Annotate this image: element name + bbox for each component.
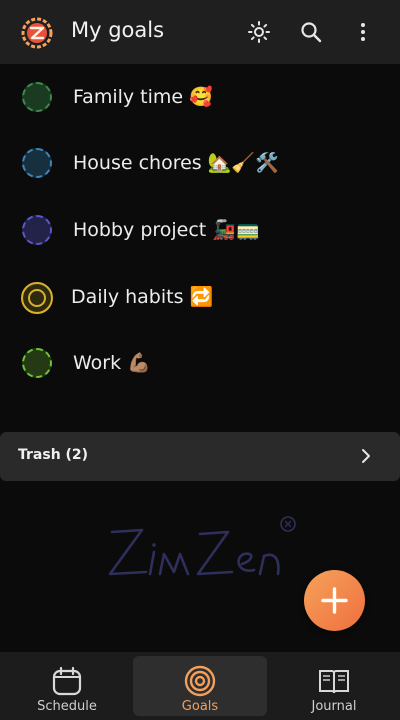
goal-item-house-chores[interactable]: House chores 🏡🧹🛠️ bbox=[0, 135, 400, 193]
zinzen-watermark-logo bbox=[108, 516, 296, 576]
nav-goals[interactable]: Goals bbox=[133, 656, 267, 716]
add-goal-button[interactable] bbox=[304, 570, 365, 631]
app-header: My goals bbox=[0, 0, 400, 64]
nav-schedule[interactable]: Schedule bbox=[0, 656, 134, 716]
target-icon bbox=[184, 665, 216, 697]
plus-icon bbox=[321, 587, 348, 614]
page-title: My goals bbox=[71, 18, 165, 42]
trash-row[interactable]: Trash (2) bbox=[0, 432, 400, 481]
goal-label: Work 💪🏽 bbox=[73, 352, 151, 374]
bottom-navigation: Schedule Goals Journal bbox=[0, 652, 400, 720]
goal-color-circle[interactable] bbox=[22, 148, 52, 178]
goal-item-hobby-project[interactable]: Hobby project 🚂🚃 bbox=[0, 202, 400, 260]
goal-item-daily-habits[interactable]: Daily habits 🔁 bbox=[0, 269, 400, 327]
chevron-right-icon bbox=[362, 449, 370, 463]
goal-item-work[interactable]: Work 💪🏽 bbox=[0, 335, 400, 393]
nav-label: Goals bbox=[181, 699, 219, 714]
goal-label: Hobby project 🚂🚃 bbox=[73, 219, 260, 241]
nav-label: Journal bbox=[311, 699, 357, 714]
goal-color-circle[interactable] bbox=[22, 215, 52, 245]
trash-label: Trash (2) bbox=[18, 447, 89, 463]
book-icon bbox=[319, 670, 349, 694]
goal-color-circle[interactable] bbox=[21, 282, 53, 314]
calendar-icon bbox=[52, 666, 82, 696]
sun-icon[interactable] bbox=[247, 20, 271, 44]
nav-label: Schedule bbox=[37, 699, 97, 714]
goal-label: Family time 🥰 bbox=[73, 86, 213, 108]
nav-journal[interactable]: Journal bbox=[267, 656, 400, 716]
goal-item-family-time[interactable]: Family time 🥰 bbox=[0, 69, 400, 127]
zinzen-logo-icon[interactable] bbox=[20, 16, 54, 50]
goal-color-circle[interactable] bbox=[22, 82, 52, 112]
goal-label: House chores 🏡🧹🛠️ bbox=[73, 152, 279, 174]
search-icon[interactable] bbox=[299, 20, 323, 44]
goal-label: Daily habits 🔁 bbox=[71, 286, 214, 308]
goal-color-circle[interactable] bbox=[22, 348, 52, 378]
more-vertical-icon[interactable] bbox=[351, 20, 375, 44]
